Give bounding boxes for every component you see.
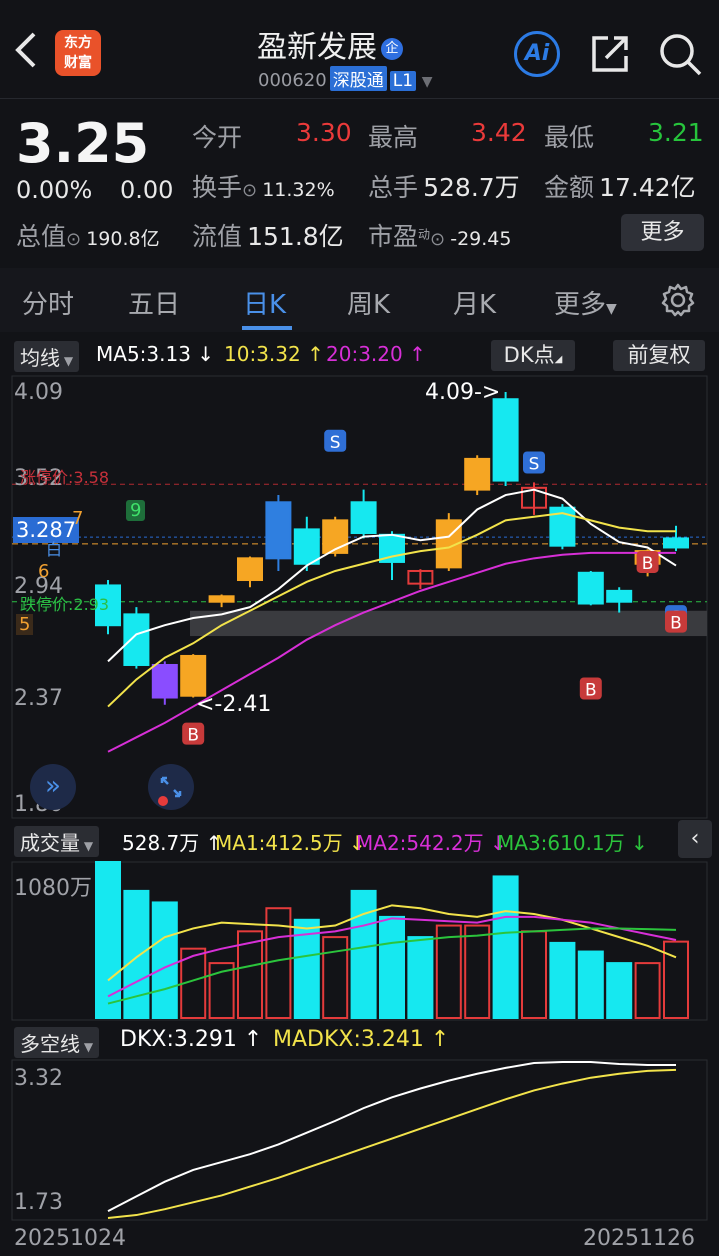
buy-marker-label: B (670, 614, 682, 634)
dk-count-7: 7 (72, 508, 84, 529)
y-tick-4: 2.37 (14, 686, 63, 711)
volume-bar (350, 889, 377, 1020)
limit-down-label: 跌停价:2.93 (20, 595, 110, 614)
sell-marker-label: S (529, 455, 540, 475)
volume-ma3: MA3:610.1万 ↓ (497, 831, 648, 855)
candle-body (322, 519, 349, 554)
dropdown-icon: ▼ (80, 1040, 94, 1054)
fullscreen-button[interactable] (148, 764, 194, 810)
candle-body (123, 613, 150, 666)
volume-bar (464, 924, 491, 1019)
volume-bar (606, 962, 633, 1019)
volume-current: 528.7万 ↑ (122, 831, 223, 855)
candle-body (663, 537, 689, 549)
dk-count-9: 9 (126, 500, 146, 521)
dkx-indicator-select[interactable]: 多空线 ▼ (14, 1027, 100, 1058)
candle-body (208, 595, 235, 603)
volume-y-tick: 1080万 (14, 876, 92, 901)
candle-body (293, 528, 320, 565)
volume-bar (577, 950, 604, 1019)
dkx-frame (11, 1059, 708, 1221)
volume-bar (379, 915, 405, 1020)
volume-bar (634, 962, 661, 1019)
chevron-left-icon: ‹ (690, 826, 700, 851)
volume-indicator-select[interactable]: 成交量 ▼ (14, 826, 100, 857)
candle-body (151, 663, 178, 699)
sell-marker-label: S (330, 433, 341, 453)
buy-marker-label: B (187, 726, 199, 746)
volume-bar (151, 901, 178, 1020)
candle-body (265, 501, 292, 560)
expand-left-button[interactable]: » (30, 764, 76, 810)
support-band (190, 610, 707, 637)
volume-bar (435, 924, 462, 1019)
candle-body (577, 571, 604, 605)
y-tick-top: 4.09 (14, 380, 63, 405)
volume-bar (549, 941, 576, 1020)
date-end: 20251126 (583, 1226, 695, 1251)
candle-body (237, 557, 263, 582)
madkx-value: MADKX:3.241 ↑ (273, 1027, 450, 1052)
candle-body (464, 457, 491, 491)
dkx-y-tick-top: 3.32 (14, 1066, 63, 1091)
double-chevron-icon: » (45, 771, 61, 801)
high-annotation: 4.09-> (425, 380, 501, 405)
dk-count-5: 5 (16, 614, 34, 635)
dkx-indicator-label: 多空线 (20, 1032, 80, 1056)
candle-body (606, 589, 633, 603)
collapse-panel-button[interactable]: ‹ (678, 820, 712, 858)
madkx-line (107, 1068, 677, 1219)
limit-up-label: 涨停价:3.58 (20, 468, 110, 487)
chart-area: BSSBBSB (11, 375, 708, 1221)
volume-bar (322, 936, 349, 1019)
dk-count-6: 6 (38, 561, 50, 582)
volume-bar (95, 861, 121, 1019)
buy-marker-label: B (585, 680, 597, 700)
dkx-value: DKX:3.291 ↑ (120, 1027, 263, 1052)
volume-ma1: MA1:412.5万 ↓ (215, 831, 366, 855)
volume-bar (407, 936, 434, 1019)
dropdown-icon: ▼ (80, 839, 94, 853)
candle-body (350, 501, 377, 535)
dkx-y-tick-bottom: 1.73 (14, 1190, 63, 1215)
candle-body (492, 398, 519, 482)
volume-bar (521, 930, 547, 1019)
candle-body (180, 654, 207, 697)
volume-ma2: MA2:542.2万 ↓ (356, 831, 507, 855)
partial-label: 白 (46, 540, 63, 559)
volume-indicator-label: 成交量 (20, 831, 80, 855)
low-annotation: <-2.41 (196, 692, 272, 717)
buy-marker-label: B (642, 554, 654, 574)
dkx-line (107, 1061, 676, 1213)
volume-bar (492, 875, 519, 1020)
fullscreen-icon (158, 776, 182, 806)
date-start: 20251024 (14, 1226, 126, 1251)
